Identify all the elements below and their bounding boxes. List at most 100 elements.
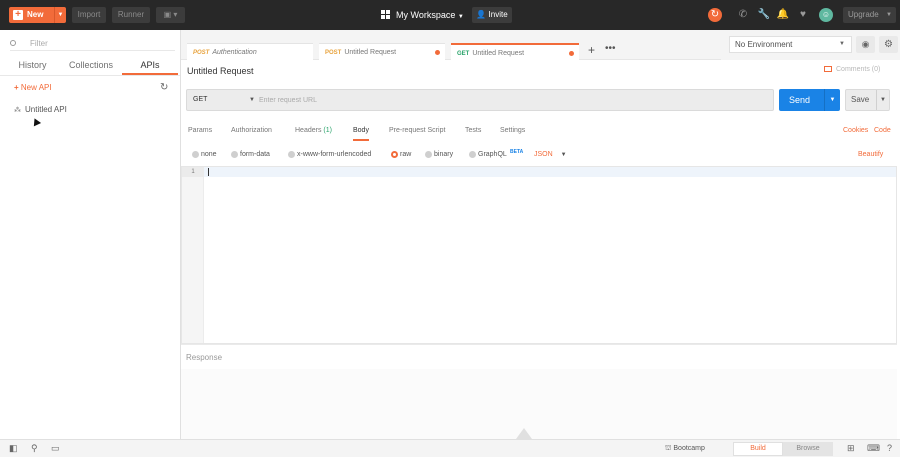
gear-icon[interactable]: ⚙ xyxy=(879,36,898,53)
refresh-icon[interactable]: ↻ xyxy=(160,82,168,93)
workspace-grid-icon xyxy=(381,10,390,19)
tab-settings[interactable]: Settings xyxy=(500,127,525,141)
radio-graphql[interactable]: GraphQL xyxy=(469,151,507,158)
environment-select[interactable]: No Environment ▼ xyxy=(729,36,852,53)
request-tab-bar: POST Authentication POST Untitled Request … xyxy=(181,30,721,60)
mouse-cursor xyxy=(30,116,42,127)
tab-pre-request-script[interactable]: Pre-request Script xyxy=(389,127,445,141)
send-label: Send xyxy=(789,95,811,105)
chevron-down-icon: ▼ xyxy=(886,12,892,18)
tab-headers[interactable]: Headers (1) xyxy=(295,127,332,141)
active-line xyxy=(204,167,896,177)
tab-tests[interactable]: Tests xyxy=(465,127,481,141)
request-tab[interactable]: POST Untitled Request xyxy=(319,43,445,60)
radio-label: none xyxy=(201,151,217,158)
code-link[interactable]: Code xyxy=(874,127,891,134)
add-tab-icon[interactable]: + xyxy=(588,43,595,57)
heart-icon[interactable]: ♥ xyxy=(796,8,810,22)
comments-button[interactable]: Comments (0) xyxy=(824,66,880,73)
search-icon xyxy=(10,40,16,46)
request-tab-active[interactable]: GET Untitled Request xyxy=(451,43,579,60)
url-input[interactable] xyxy=(259,93,759,107)
chevron-down-icon: ▼ xyxy=(560,152,567,158)
sync-icon[interactable]: ↻ xyxy=(708,8,722,22)
unsaved-dot-icon xyxy=(435,50,440,55)
radio-form-data[interactable]: form-data xyxy=(231,151,270,158)
keyboard-icon[interactable]: ⌨ xyxy=(867,443,880,454)
text-caret xyxy=(208,168,209,176)
unsaved-dot-icon xyxy=(569,51,574,56)
radio-circle xyxy=(231,151,238,158)
satellite-icon[interactable]: ✆ xyxy=(736,8,750,22)
bell-icon[interactable]: 🔔 xyxy=(776,8,790,22)
radio-raw[interactable]: raw xyxy=(391,151,411,158)
filter-input[interactable]: Filter xyxy=(10,37,175,51)
tab-apis[interactable]: APIs xyxy=(122,59,178,75)
tab-body[interactable]: Body xyxy=(353,127,369,141)
chevron-down-icon[interactable]: ▼ xyxy=(54,7,66,23)
save-button[interactable]: Save ▼ xyxy=(845,89,890,111)
new-button[interactable]: + New ▼ xyxy=(9,7,66,23)
rocket-icon xyxy=(516,428,532,439)
content-type-label: JSON xyxy=(534,151,553,158)
layout-icon[interactable]: ⊞ xyxy=(847,443,855,454)
runner-button[interactable]: Runner xyxy=(112,7,150,23)
line-number: 1 xyxy=(182,167,204,177)
avatar[interactable]: ☺ xyxy=(819,8,833,22)
body-editor[interactable]: 1 xyxy=(181,166,897,344)
radio-binary[interactable]: binary xyxy=(425,151,453,158)
radio-urlencoded[interactable]: x-www-form-urlencoded xyxy=(288,151,371,158)
import-button[interactable]: Import xyxy=(72,7,106,23)
sidebar: Filter History Collections APIs + New AP… xyxy=(0,30,181,439)
upgrade-button[interactable]: Upgrade ▼ xyxy=(843,7,896,23)
tab-params[interactable]: Params xyxy=(188,127,212,141)
sidebar-item-label: Untitled API xyxy=(25,105,67,114)
request-title[interactable]: Untitled Request xyxy=(187,66,254,76)
invite-label: Invite xyxy=(488,10,508,19)
request-tab-label: Untitled Request xyxy=(472,50,525,57)
invite-user-icon: 👤 xyxy=(476,10,487,19)
eye-icon[interactable]: ◉ xyxy=(856,36,875,53)
radio-circle xyxy=(469,151,476,158)
new-api-button[interactable]: + New API xyxy=(14,83,52,92)
divider xyxy=(0,75,180,76)
radio-circle xyxy=(425,151,432,158)
filter-placeholder: Filter xyxy=(30,39,48,48)
new-api-label: New API xyxy=(20,83,52,92)
beautify-link[interactable]: Beautify xyxy=(858,151,883,158)
bootcamp-button[interactable]: ⛫ Bootcamp xyxy=(665,444,705,453)
new-window-button[interactable]: ▣ ▾ xyxy=(156,7,185,23)
beta-badge: BETA xyxy=(510,149,524,155)
radio-label: binary xyxy=(434,151,454,158)
invite-button[interactable]: 👤 Invite xyxy=(472,7,512,23)
content-type-select[interactable]: JSON ▼ xyxy=(534,151,567,158)
sidebar-item-untitled-api[interactable]: ⁂ Untitled API xyxy=(14,105,67,114)
console-icon[interactable]: ▭ xyxy=(51,443,60,454)
chevron-down-icon: ▼ xyxy=(839,41,845,47)
chevron-down-icon[interactable]: ▼ xyxy=(824,89,840,111)
cookies-link[interactable]: Cookies xyxy=(843,127,868,134)
workspace-selector[interactable]: My Workspace ▼ xyxy=(381,8,464,22)
browse-tab[interactable]: Browse xyxy=(783,442,833,456)
tab-history[interactable]: History xyxy=(10,59,55,75)
help-icon[interactable]: ? xyxy=(887,443,892,453)
method-badge: POST xyxy=(193,50,210,56)
wrench-icon[interactable]: 🔧 xyxy=(757,8,771,22)
response-header: Response xyxy=(181,344,897,369)
workspace-label: My Workspace xyxy=(396,10,456,20)
send-button[interactable]: Send ▼ xyxy=(779,89,840,111)
chevron-down-icon[interactable]: ▼ xyxy=(876,90,889,110)
method-badge: POST xyxy=(325,50,342,56)
tab-authorization[interactable]: Authorization xyxy=(231,127,272,141)
tab-collections[interactable]: Collections xyxy=(60,59,122,75)
sidebar-toggle-icon[interactable]: ◧ xyxy=(9,443,18,454)
radio-none[interactable]: none xyxy=(192,151,217,158)
more-icon[interactable]: ••• xyxy=(605,43,616,54)
request-tab[interactable]: POST Authentication xyxy=(187,43,313,60)
build-tab[interactable]: Build xyxy=(733,442,783,456)
plus-icon: + xyxy=(14,83,19,92)
headers-count: (1) xyxy=(323,127,332,134)
find-icon[interactable]: ⚲ xyxy=(31,443,38,454)
method-select[interactable]: GET ▼ xyxy=(193,90,257,110)
response-panel xyxy=(181,369,897,439)
